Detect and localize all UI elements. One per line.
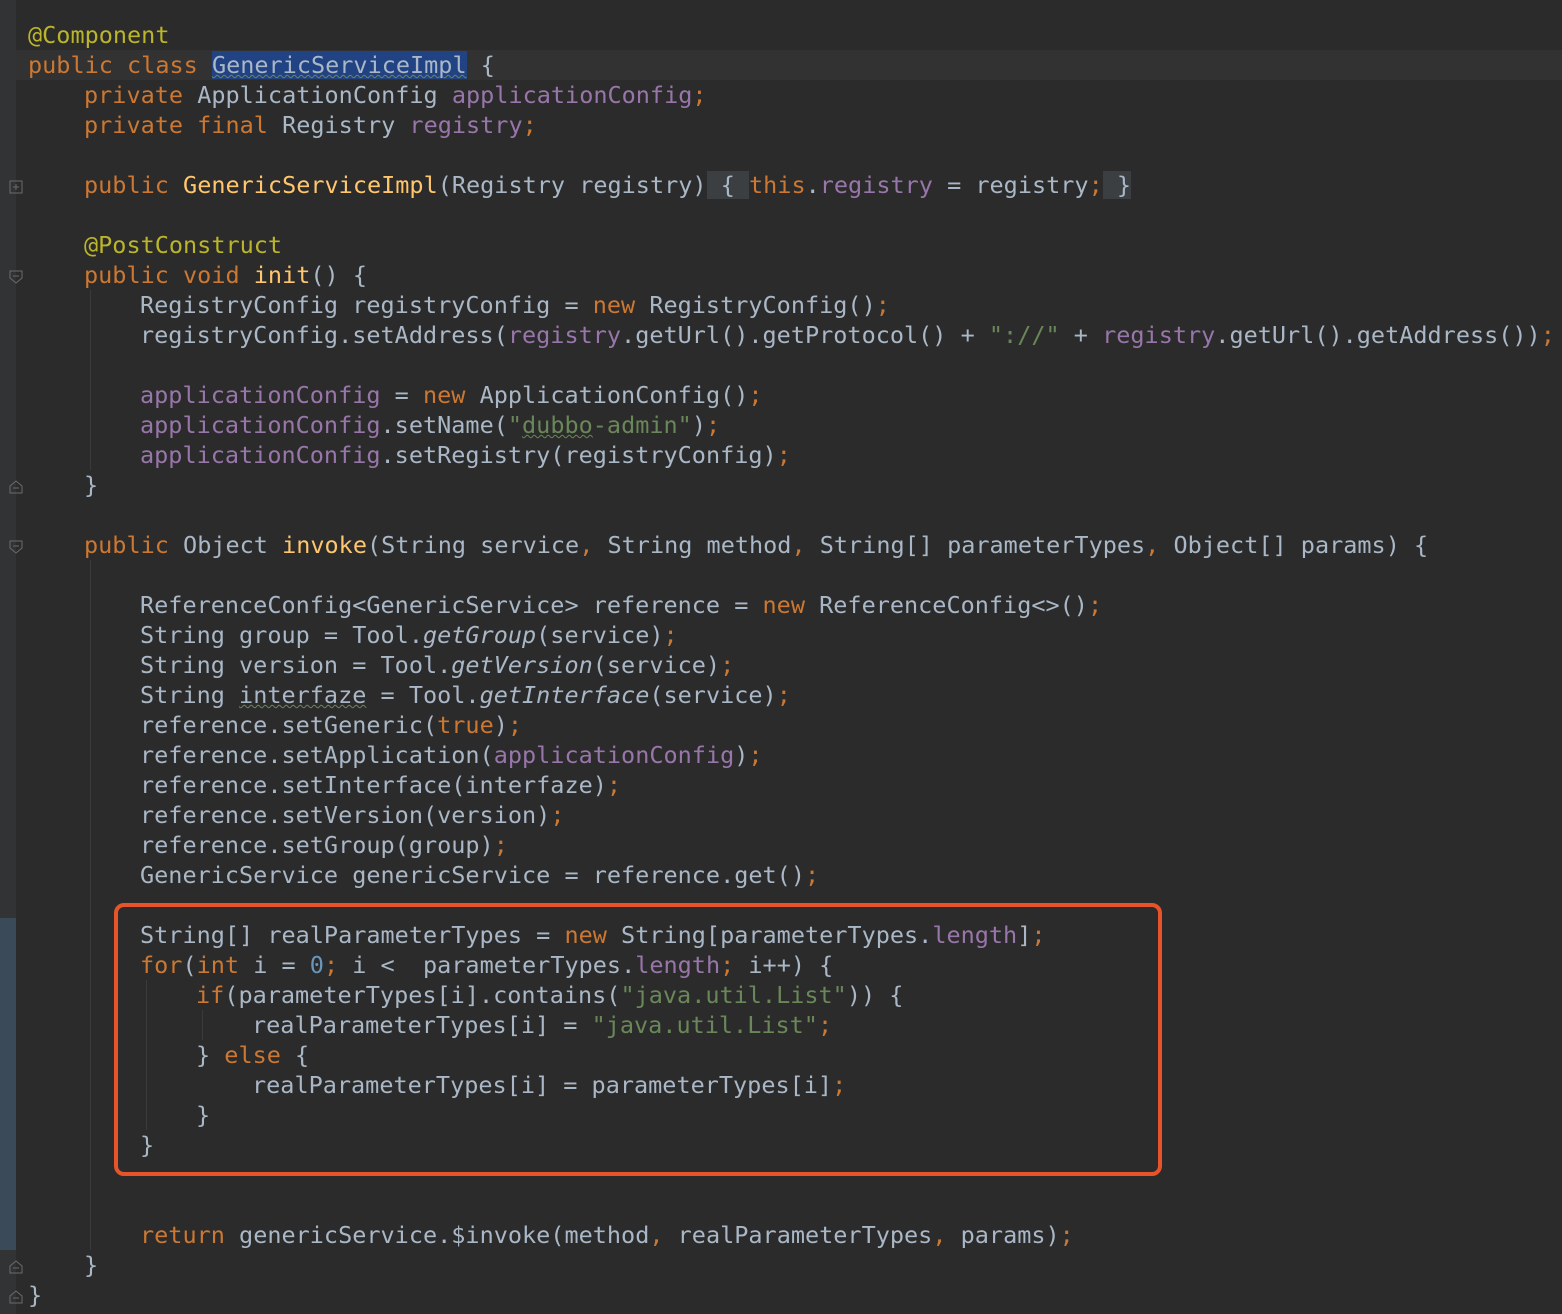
code-line: reference.setInterface(interfaze); [140,771,622,799]
code-line: public Object invoke(String service, Str… [84,531,1429,559]
code-line: RegistryConfig registryConfig = new Regi… [140,291,890,319]
code-line: @Component [28,21,170,49]
code-line: } [84,1251,99,1279]
code-line: } [28,1281,43,1309]
code-line: } [84,471,99,499]
code-line: ReferenceConfig<GenericService> referenc… [140,591,1103,619]
code-line: reference.setVersion(version); [140,801,565,829]
fold-collapse-icon[interactable] [9,270,24,285]
code-line: private ApplicationConfig applicationCon… [84,81,707,109]
indent-guide [90,290,91,470]
code-line: public class GenericServiceImpl { [28,51,495,79]
code-line: applicationConfig.setName("dubbo-admin")… [140,411,721,439]
code-line: reference.setGeneric(true); [140,711,523,739]
fold-expand-icon[interactable] [9,180,24,195]
indent-guide [90,560,91,1250]
change-marker [0,918,16,1250]
code-line: reference.setApplication(applicationConf… [140,741,763,769]
code-line: return genericService.$invoke(method, re… [140,1221,1074,1249]
code-line: public GenericServiceImpl(Registry regis… [84,171,1132,199]
highlight-annotation-box [114,903,1162,1176]
fold-end-icon[interactable] [9,1260,24,1275]
code-line: @PostConstruct [84,231,283,259]
code-line: String version = Tool.getVersion(service… [140,651,735,679]
fold-collapse-icon[interactable] [9,540,24,555]
code-line: private final Registry registry; [84,111,537,139]
code-line: String interfaze = Tool.getInterface(ser… [140,681,791,709]
code-line: GenericService genericService = referenc… [140,861,820,889]
code-line: applicationConfig.setRegistry(registryCo… [140,441,791,469]
code-line: public void init() { [84,261,367,289]
code-line: String group = Tool.getGroup(service); [140,621,678,649]
code-line: registryConfig.setAddress(registry.getUr… [140,321,1555,349]
fold-end-icon[interactable] [9,1290,24,1305]
code-line: reference.setGroup(group); [140,831,508,859]
code-line: applicationConfig = new ApplicationConfi… [140,381,763,409]
class-name-selection: GenericServiceImpl [211,51,467,79]
fold-end-icon[interactable] [9,480,24,495]
